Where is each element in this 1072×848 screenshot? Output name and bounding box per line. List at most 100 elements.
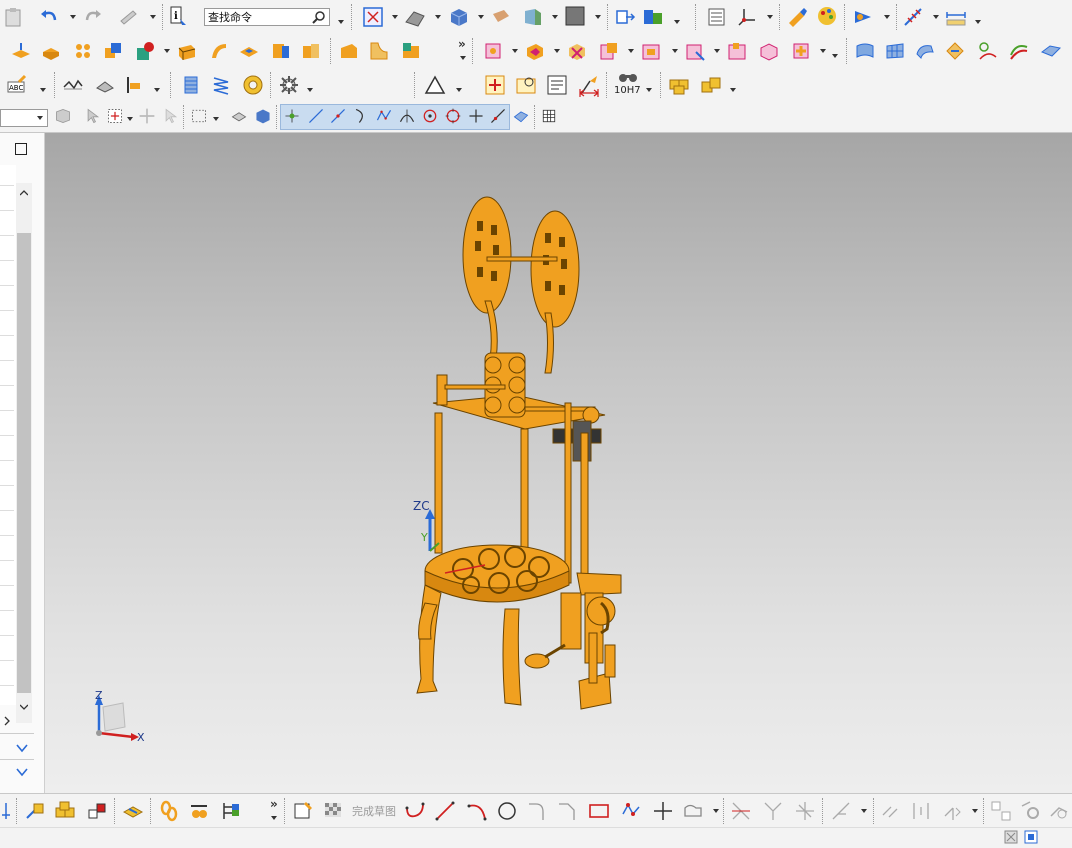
cube-icon[interactable] bbox=[448, 6, 470, 28]
swept-surface-icon[interactable] bbox=[914, 40, 936, 62]
reuse-dropdown[interactable] bbox=[730, 88, 737, 93]
dimension-sketch-icon[interactable] bbox=[942, 800, 964, 822]
search-icon[interactable] bbox=[312, 10, 326, 24]
snap-icon[interactable] bbox=[106, 107, 124, 125]
ruler-dropdown[interactable] bbox=[975, 20, 982, 25]
split-body-icon[interactable] bbox=[640, 40, 662, 62]
cursor-icon[interactable] bbox=[138, 107, 156, 125]
spring-icon[interactable] bbox=[210, 74, 232, 96]
datum-tri-dropdown[interactable] bbox=[456, 88, 463, 93]
chamfer-icon[interactable] bbox=[338, 40, 360, 62]
search-dropdown[interactable] bbox=[338, 20, 345, 25]
draft-icon[interactable] bbox=[400, 40, 422, 62]
bolt-dropdown[interactable] bbox=[154, 88, 161, 93]
cube-dropdown[interactable] bbox=[478, 15, 485, 20]
undo-icon[interactable] bbox=[38, 6, 60, 28]
snap-dropdown[interactable] bbox=[127, 117, 134, 122]
line-snap-icon[interactable] bbox=[307, 107, 325, 125]
fit-icon[interactable] bbox=[362, 6, 384, 28]
object-icon[interactable] bbox=[230, 107, 248, 125]
intersection-snap-icon[interactable] bbox=[467, 107, 485, 125]
settings-gear-icon[interactable] bbox=[1020, 800, 1042, 822]
sketch-task-icon[interactable] bbox=[292, 800, 314, 822]
move-face-icon[interactable] bbox=[758, 40, 780, 62]
paste-icon[interactable] bbox=[2, 6, 24, 28]
table-icon[interactable] bbox=[515, 74, 537, 96]
reel-left[interactable] bbox=[462, 196, 512, 314]
bottom-overflow[interactable]: » bbox=[270, 797, 278, 811]
offset-dropdown[interactable] bbox=[713, 809, 720, 814]
spring-washer-icon[interactable] bbox=[94, 74, 116, 96]
resize-dropdown[interactable] bbox=[714, 49, 721, 54]
maximize-icon[interactable] bbox=[15, 143, 27, 155]
geometric-constraint-icon[interactable] bbox=[830, 800, 852, 822]
blend-icon[interactable] bbox=[368, 40, 390, 62]
part-family-icon[interactable] bbox=[668, 74, 690, 96]
render-icon[interactable] bbox=[852, 6, 874, 28]
dimension-icon[interactable] bbox=[578, 82, 600, 104]
bounded-plane-icon[interactable] bbox=[1040, 40, 1062, 62]
filter-icon[interactable] bbox=[54, 107, 72, 125]
undo-dropdown[interactable] bbox=[70, 15, 77, 20]
select-all-icon[interactable] bbox=[84, 107, 102, 125]
polygon-icon[interactable] bbox=[620, 800, 642, 822]
reuse-library-icon[interactable] bbox=[700, 74, 722, 96]
pattern-dropdown[interactable] bbox=[512, 49, 519, 54]
replace-dropdown[interactable] bbox=[628, 49, 635, 54]
scroll-up-icon[interactable] bbox=[20, 189, 28, 197]
sweep-icon[interactable] bbox=[208, 40, 230, 62]
mirror-dropdown[interactable] bbox=[554, 49, 561, 54]
weld-icon[interactable] bbox=[188, 800, 210, 822]
redo-icon[interactable] bbox=[82, 6, 104, 28]
block-icon[interactable] bbox=[176, 40, 198, 62]
replace-face-icon[interactable] bbox=[598, 40, 620, 62]
graphics-viewport[interactable]: ZC Y Z X bbox=[45, 133, 1072, 793]
brush-dropdown[interactable] bbox=[150, 15, 157, 20]
curve-snap-icon[interactable] bbox=[352, 107, 370, 125]
gear-dropdown[interactable] bbox=[307, 88, 314, 93]
type-filter-select[interactable] bbox=[0, 109, 48, 127]
profile-icon[interactable] bbox=[404, 800, 426, 822]
datum-csys-icon[interactable] bbox=[736, 6, 758, 28]
delete-face-icon[interactable] bbox=[566, 40, 588, 62]
3d-model[interactable] bbox=[45, 133, 1072, 793]
hole-icon[interactable] bbox=[134, 40, 156, 62]
scrollbar-thumb[interactable] bbox=[17, 233, 31, 693]
point-icon[interactable] bbox=[652, 800, 674, 822]
reel-right[interactable] bbox=[530, 210, 580, 328]
layer-icon[interactable] bbox=[490, 6, 512, 28]
vertical-scrollbar[interactable] bbox=[16, 183, 32, 723]
trimmed-sheet-icon[interactable] bbox=[944, 40, 966, 62]
fillet-icon[interactable] bbox=[526, 800, 548, 822]
palette-icon[interactable] bbox=[816, 5, 838, 27]
dimension-dropdown[interactable] bbox=[972, 809, 979, 814]
gear-icon[interactable] bbox=[278, 74, 300, 96]
fullscreen-icon[interactable] bbox=[1004, 830, 1018, 844]
arc-icon[interactable] bbox=[466, 800, 488, 822]
tree-icon[interactable] bbox=[220, 800, 242, 822]
assembly-dropdown[interactable] bbox=[674, 20, 681, 25]
finish-sketch-label[interactable]: 完成草图 bbox=[352, 803, 396, 819]
quadrant-snap-icon[interactable] bbox=[444, 107, 462, 125]
deselect-icon[interactable] bbox=[162, 107, 180, 125]
hole-dropdown[interactable] bbox=[164, 49, 171, 54]
edit-icon[interactable] bbox=[786, 6, 808, 28]
fit-dropdown[interactable] bbox=[392, 15, 399, 20]
note-icon[interactable] bbox=[546, 74, 568, 96]
bearing-icon[interactable] bbox=[242, 74, 264, 96]
studio-surface-icon[interactable] bbox=[976, 40, 998, 62]
revolve-icon[interactable] bbox=[72, 40, 94, 62]
scroll-down-icon[interactable] bbox=[20, 703, 28, 711]
datum-triangle-icon[interactable] bbox=[424, 74, 446, 96]
add-component-icon[interactable] bbox=[24, 800, 46, 822]
midpoint-snap-icon[interactable] bbox=[329, 107, 347, 125]
overflow-dropdown[interactable] bbox=[460, 56, 467, 61]
assembly-icon[interactable] bbox=[642, 6, 664, 28]
offset-face-icon[interactable] bbox=[270, 40, 292, 62]
line-icon[interactable] bbox=[434, 800, 456, 822]
rect-select-dropdown[interactable] bbox=[213, 117, 220, 122]
tolerance-dropdown[interactable] bbox=[646, 88, 653, 93]
part-navigator-icon[interactable] bbox=[705, 6, 727, 28]
row2-dropdown[interactable] bbox=[832, 54, 839, 59]
mesh-surface-icon[interactable] bbox=[884, 40, 906, 62]
